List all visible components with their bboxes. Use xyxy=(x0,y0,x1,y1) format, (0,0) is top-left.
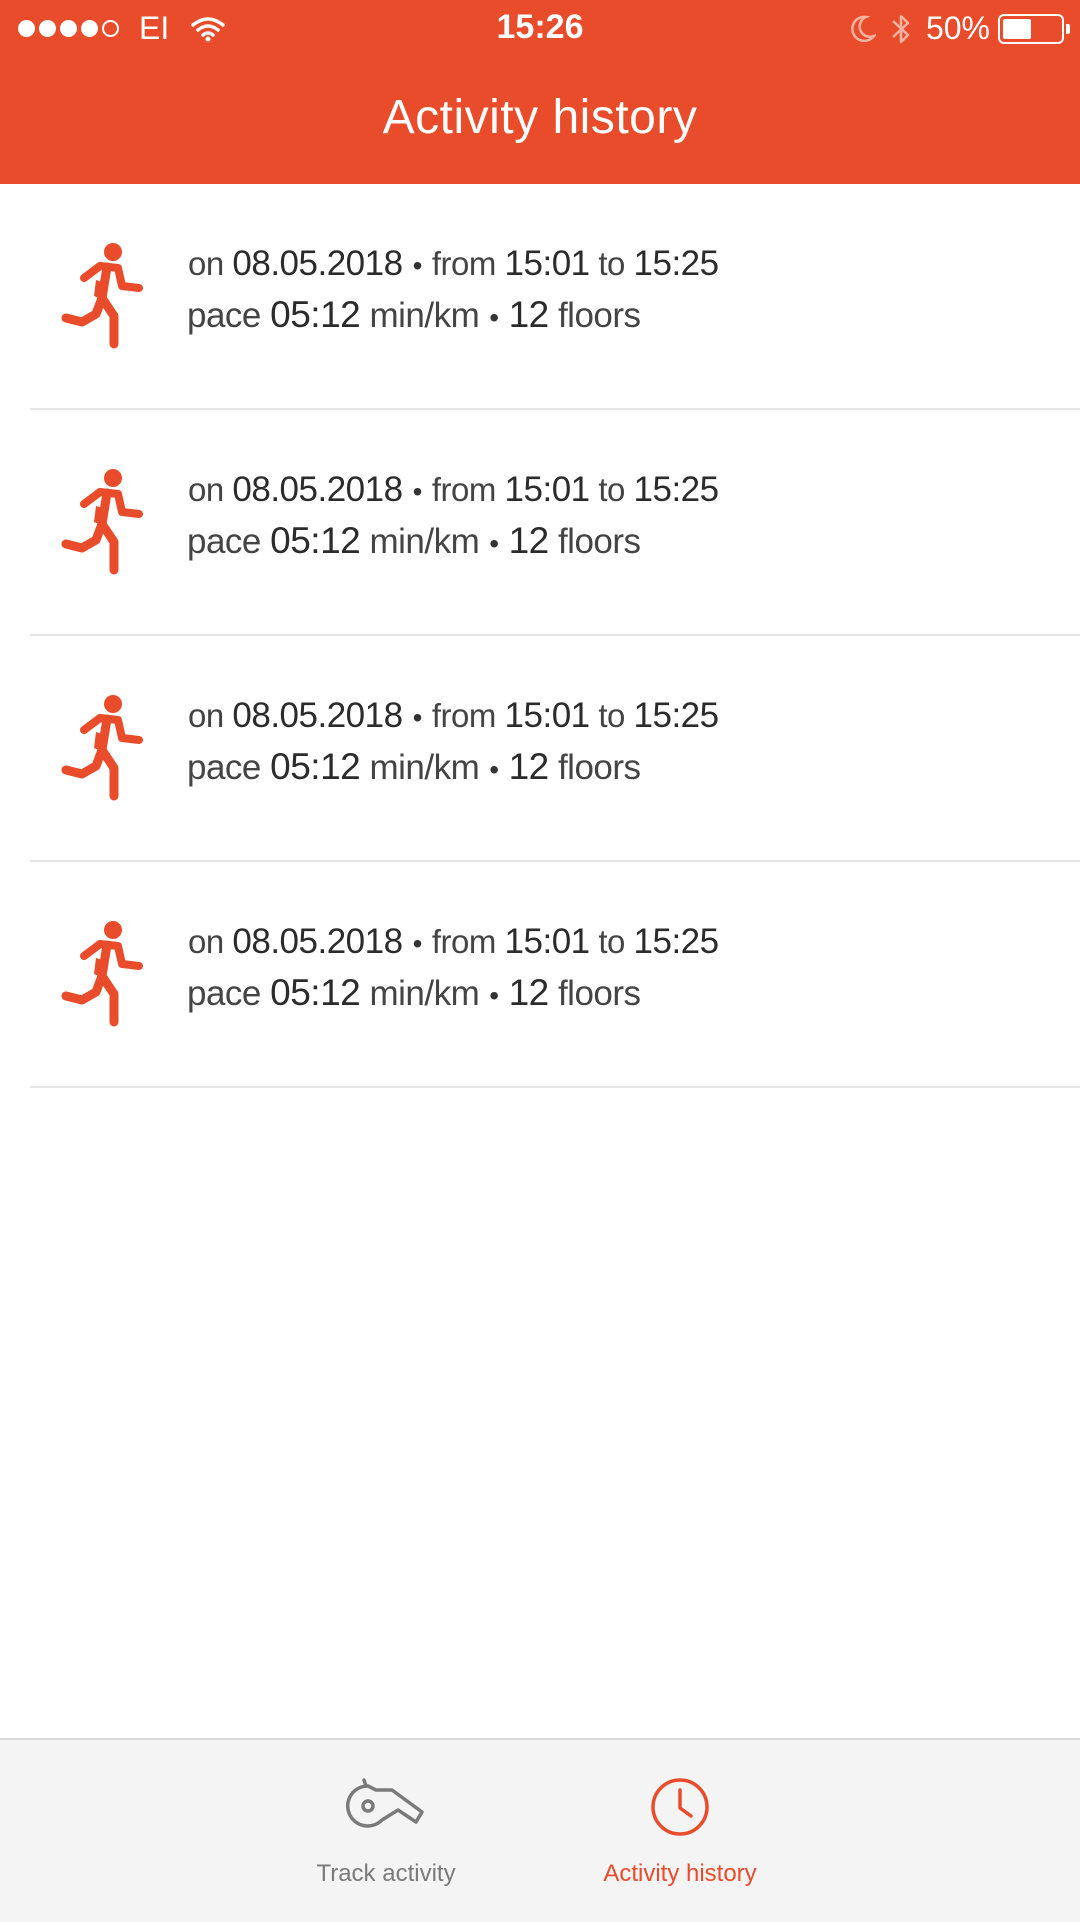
activity-date: 08.05.2018 xyxy=(232,470,403,509)
separator-dot: • xyxy=(412,250,423,281)
tab-label: Activity history xyxy=(603,1860,757,1887)
app-header: EI 15:26 50% Activity history xyxy=(0,0,1080,184)
activity-row[interactable]: on 08.05.2018 • from 15:01 to 15:25 pace 0… xyxy=(30,410,1080,636)
separator-dot: • xyxy=(489,302,499,333)
separator-dot: • xyxy=(489,980,499,1011)
to-label: to xyxy=(598,471,625,508)
pace-unit: min/km xyxy=(369,748,480,787)
end-time: 15:25 xyxy=(633,470,720,509)
start-time: 15:01 xyxy=(504,696,591,735)
to-label: to xyxy=(598,923,625,960)
on-label: on xyxy=(188,471,224,508)
from-label: from xyxy=(431,697,497,734)
separator-dot: • xyxy=(412,476,423,507)
floors-label: floors xyxy=(557,522,641,561)
end-time: 15:25 xyxy=(633,244,720,283)
end-time: 15:25 xyxy=(633,922,720,961)
battery-percentage: 50% xyxy=(925,10,990,46)
separator-dot: • xyxy=(489,754,499,785)
pace-unit: min/km xyxy=(369,974,480,1013)
tab-bar: Track activity Activity history xyxy=(0,1738,1080,1922)
pace-value: 05:12 xyxy=(270,972,361,1013)
pace-value: 05:12 xyxy=(270,294,361,335)
activity-row[interactable]: on 08.05.2018 • from 15:01 to 15:25 pace 0… xyxy=(30,184,1080,410)
end-time: 15:25 xyxy=(633,696,720,735)
status-right: 50% xyxy=(848,10,1070,47)
activity-stats: pace 05:12 min/km • 12 floors xyxy=(187,972,641,1014)
runner-icon xyxy=(61,243,143,349)
floors-label: floors xyxy=(557,974,641,1013)
on-label: on xyxy=(188,923,224,960)
pace-label: pace xyxy=(187,296,261,335)
start-time: 15:01 xyxy=(504,470,591,509)
to-label: to xyxy=(598,245,625,282)
separator-dot: • xyxy=(412,928,423,959)
clock-icon xyxy=(651,1778,709,1836)
pace-label: pace xyxy=(187,974,261,1013)
on-label: on xyxy=(188,697,224,734)
to-label: to xyxy=(598,697,625,734)
activity-date: 08.05.2018 xyxy=(232,922,403,961)
start-time: 15:01 xyxy=(504,922,591,961)
pace-label: pace xyxy=(187,748,261,787)
activity-stats: pace 05:12 min/km • 12 floors xyxy=(187,520,641,562)
pace-value: 05:12 xyxy=(270,746,361,787)
activity-stats: pace 05:12 min/km • 12 floors xyxy=(187,746,641,788)
floors-value: 12 xyxy=(508,972,550,1013)
page-title: Activity history xyxy=(382,91,698,144)
activity-date-time: on 08.05.2018 • from 15:01 to 15:25 xyxy=(188,922,719,962)
from-label: from xyxy=(431,471,497,508)
tab-label: Track activity xyxy=(316,1860,456,1887)
pace-unit: min/km xyxy=(369,522,480,561)
pace-label: pace xyxy=(187,522,261,561)
activity-row[interactable]: on 08.05.2018 • from 15:01 to 15:25 pace 0… xyxy=(30,636,1080,862)
activity-date: 08.05.2018 xyxy=(232,244,403,283)
on-label: on xyxy=(188,245,224,282)
separator-dot: • xyxy=(412,702,423,733)
runner-icon xyxy=(61,469,143,575)
activity-date-time: on 08.05.2018 • from 15:01 to 15:25 xyxy=(188,244,719,284)
runner-icon xyxy=(61,921,143,1027)
start-time: 15:01 xyxy=(504,244,591,283)
activity-date-time: on 08.05.2018 • from 15:01 to 15:25 xyxy=(188,470,719,510)
activity-list: on 08.05.2018 • from 15:01 to 15:25 pace 0… xyxy=(0,184,1080,1088)
from-label: from xyxy=(431,245,497,282)
activity-row[interactable]: on 08.05.2018 • from 15:01 to 15:25 pace 0… xyxy=(30,862,1080,1088)
floors-value: 12 xyxy=(508,294,550,335)
moon-icon xyxy=(851,15,876,42)
status-bar: EI 15:26 50% xyxy=(0,0,1080,58)
whistle-icon xyxy=(346,1778,424,1828)
activity-date: 08.05.2018 xyxy=(232,696,403,735)
bluetooth-icon xyxy=(892,14,910,43)
activity-stats: pace 05:12 min/km • 12 floors xyxy=(187,294,641,336)
floors-label: floors xyxy=(557,296,641,335)
pace-value: 05:12 xyxy=(270,520,361,561)
activity-date-time: on 08.05.2018 • from 15:01 to 15:25 xyxy=(188,696,719,736)
tab-activity-history[interactable]: Activity history xyxy=(580,1740,780,1922)
separator-dot: • xyxy=(489,528,499,559)
floors-label: floors xyxy=(557,748,641,787)
pace-unit: min/km xyxy=(369,296,480,335)
battery-icon xyxy=(998,13,1070,44)
floors-value: 12 xyxy=(508,746,550,787)
from-label: from xyxy=(431,923,497,960)
tab-track-activity[interactable]: Track activity xyxy=(286,1740,486,1922)
floors-value: 12 xyxy=(508,520,550,561)
runner-icon xyxy=(61,695,143,801)
